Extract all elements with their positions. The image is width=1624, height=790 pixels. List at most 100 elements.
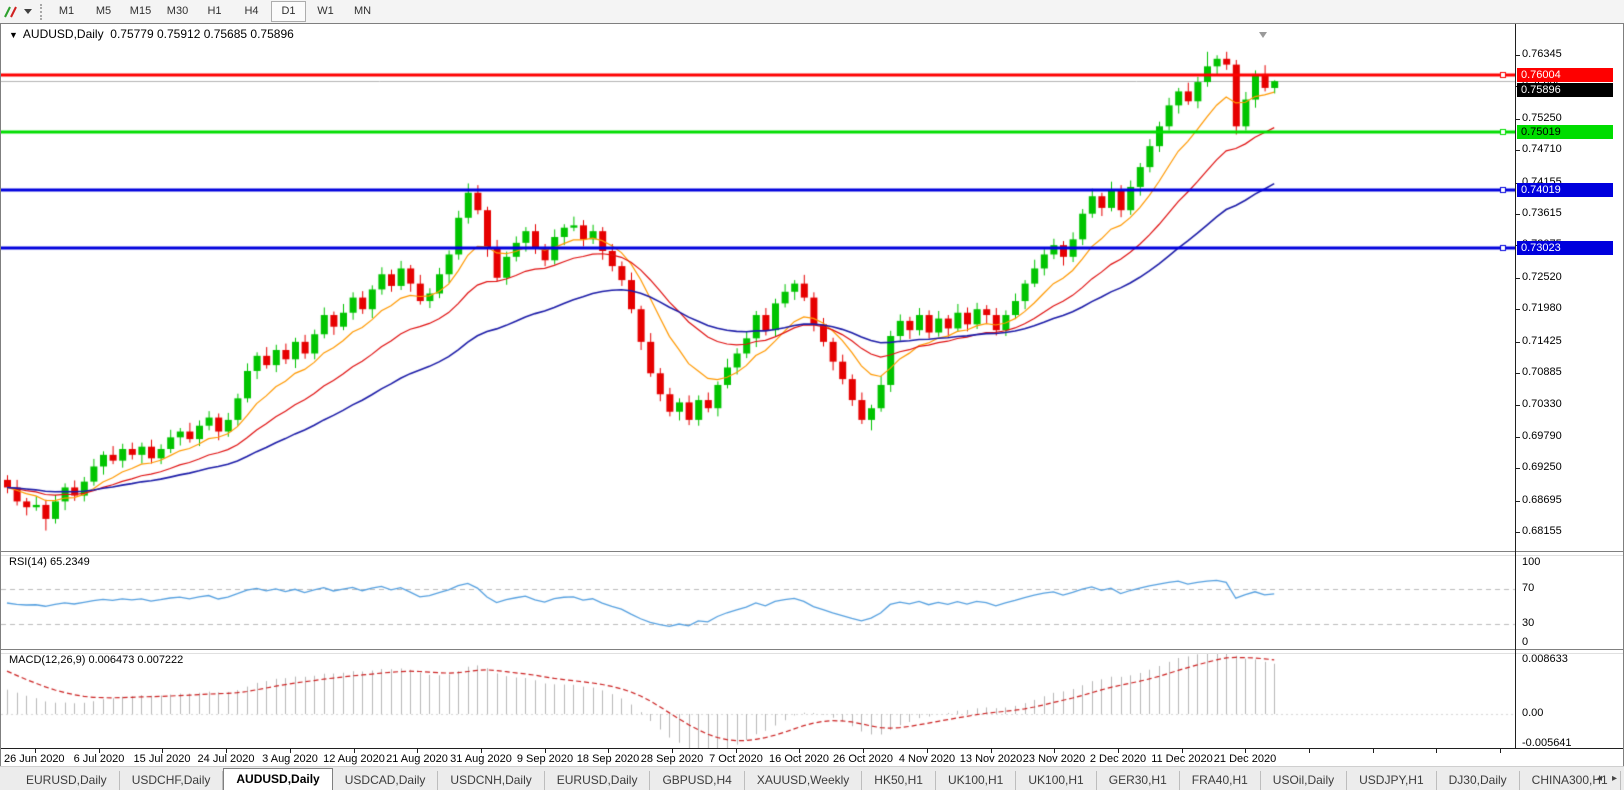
timeframe-button-h4[interactable]: H4 [234,1,269,22]
chart-tab-uk100-h1[interactable]: UK100,H1 [936,771,1016,790]
date-label: 11 Dec 2020 [1151,753,1213,765]
chart-tab-uk100-h1[interactable]: UK100,H1 [1016,771,1096,790]
price-tick-label: 0.68695 [1522,494,1562,506]
chart-tab-usdjpy-h1[interactable]: USDJPY,H1 [1347,771,1436,790]
chart-tab-usdcnh-daily[interactable]: USDCNH,Daily [438,771,544,790]
time-tick-mark [1500,749,1501,753]
timeframe-button-m5[interactable]: M5 [86,1,121,22]
date-label: 9 Sep 2020 [517,753,573,765]
timeframe-button-h1[interactable]: H1 [197,1,232,22]
hline-price-badge: 0.75019 [1517,125,1613,139]
time-tick-mark [1436,749,1437,753]
price-tick-label: 0.71980 [1522,302,1562,314]
price-tick-label: 0.74710 [1522,143,1562,155]
time-tick-mark [1373,749,1374,753]
date-label: 3 Aug 2020 [262,753,318,765]
rsi-scale-label: 0 [1522,636,1528,648]
chart-tools-icon[interactable] [2,4,22,20]
macd-label: MACD(12,26,9) 0.006473 0.007222 [9,654,183,666]
price-tick-label: 0.70330 [1522,398,1562,410]
macd-indicator-canvas[interactable] [1,652,1515,748]
chart-title: ▼ AUDUSD,Daily 0.75779 0.75912 0.75685 0.… [9,27,294,41]
chart-shift-marker-icon[interactable] [1259,32,1267,38]
hline-price-badge: 0.74019 [1517,183,1613,197]
price-tick-mark [1515,405,1520,406]
timeframe-button-m15[interactable]: M15 [123,1,158,22]
date-label: 26 Jun 2020 [4,753,65,765]
tab-scroll-right-icon[interactable]: ▸ [1607,771,1622,787]
toolbar-grip[interactable] [40,4,42,20]
price-tick-mark [1515,532,1520,533]
rsi-indicator-canvas[interactable] [1,554,1515,649]
chart-tab-usoil-daily[interactable]: USOil,Daily [1261,771,1347,790]
current-price-badge: 0.75896 [1517,83,1613,97]
date-label: 7 Oct 2020 [709,753,763,765]
chart-tab-eurusd-daily[interactable]: EURUSD,Daily [545,771,651,790]
price-tick-mark [1515,55,1520,56]
date-label: 13 Nov 2020 [960,753,1022,765]
chart-tab-usdchf-daily[interactable]: USDCHF,Daily [120,771,224,790]
timeframe-button-mn[interactable]: MN [345,1,380,22]
chart-tab-hk50-h1[interactable]: HK50,H1 [862,771,936,790]
timeframe-button-w1[interactable]: W1 [308,1,343,22]
price-tick-label: 0.69790 [1522,430,1562,442]
panel-separator[interactable] [1,649,1623,654]
chart-window: ▼ AUDUSD,Daily 0.75779 0.75912 0.75685 0.… [0,23,1624,767]
date-label: 26 Oct 2020 [833,753,893,765]
date-label: 2 Dec 2020 [1090,753,1146,765]
dropdown-caret-icon[interactable] [24,9,32,14]
chart-tab-usdcad-daily[interactable]: USDCAD,Daily [333,771,439,790]
date-label: 23 Nov 2020 [1023,753,1085,765]
price-tick-label: 0.71425 [1522,335,1562,347]
date-label: 31 Aug 2020 [450,753,512,765]
price-tick-label: 0.75250 [1522,112,1562,124]
hline-price-badge: 0.76004 [1517,68,1613,82]
price-tick-mark [1515,278,1520,279]
time-tick-mark [1309,749,1310,753]
tab-scroll-left-icon[interactable]: ◂ [1592,771,1607,787]
price-axis-line [1515,24,1516,748]
date-label: 24 Jul 2020 [198,753,255,765]
date-label: 15 Jul 2020 [134,753,191,765]
date-label: 6 Jul 2020 [74,753,125,765]
chart-tab-ger30-h1[interactable]: GER30,H1 [1097,771,1180,790]
macd-scale-label: -0.005641 [1522,737,1572,749]
chart-tab-xauusd-weekly[interactable]: XAUUSD,Weekly [745,771,862,790]
macd-scale-label: 0.008633 [1522,653,1568,665]
price-tick-mark [1515,150,1520,151]
price-tick-mark [1515,309,1520,310]
macd-scale-label: 0.00 [1522,707,1543,719]
price-tick-mark [1515,501,1520,502]
rsi-scale-label: 30 [1522,617,1534,629]
chart-tab-dj30-daily[interactable]: DJ30,Daily [1437,771,1520,790]
panel-separator[interactable] [1,551,1623,556]
time-axis-line [1,748,1623,749]
price-tick-label: 0.72520 [1522,271,1562,283]
price-tick-label: 0.70885 [1522,366,1562,378]
price-tick-mark [1515,373,1520,374]
chart-tab-fra40-h1[interactable]: FRA40,H1 [1180,771,1261,790]
date-label: 28 Sep 2020 [641,753,703,765]
chart-tab-audusd-daily[interactable]: AUDUSD,Daily [223,768,332,790]
date-label: 21 Aug 2020 [386,753,448,765]
timeframe-buttons: M1M5M15M30H1H4D1W1MN [48,1,381,22]
date-label: 4 Nov 2020 [899,753,955,765]
chart-tab-gbpusd-h4[interactable]: GBPUSD,H4 [650,771,744,790]
price-tick-label: 0.68155 [1522,525,1562,537]
price-tick-mark [1515,468,1520,469]
timeframe-button-m30[interactable]: M30 [160,1,195,22]
ohlc-values: 0.75779 0.75912 0.75685 0.75896 [110,27,294,41]
price-chart-canvas[interactable] [1,24,1515,551]
hline-price-badge: 0.73023 [1517,241,1613,255]
rsi-scale-label: 70 [1522,582,1534,594]
timeframe-button-m1[interactable]: M1 [49,1,84,22]
collapse-caret-icon[interactable]: ▼ [9,30,18,40]
symbol-period-label: AUDUSD,Daily [23,27,104,41]
chart-tab-eurusd-daily[interactable]: EURUSD,Daily [14,771,120,790]
rsi-scale-label: 100 [1522,556,1540,568]
timeframe-button-d1[interactable]: D1 [271,1,306,22]
date-label: 16 Oct 2020 [769,753,829,765]
date-label: 18 Sep 2020 [577,753,639,765]
tabs-container: EURUSD,DailyUSDCHF,DailyAUDUSD,DailyUSDC… [14,768,1624,790]
chart-tabs: EURUSD,DailyUSDCHF,DailyAUDUSD,DailyUSDC… [0,766,1624,790]
